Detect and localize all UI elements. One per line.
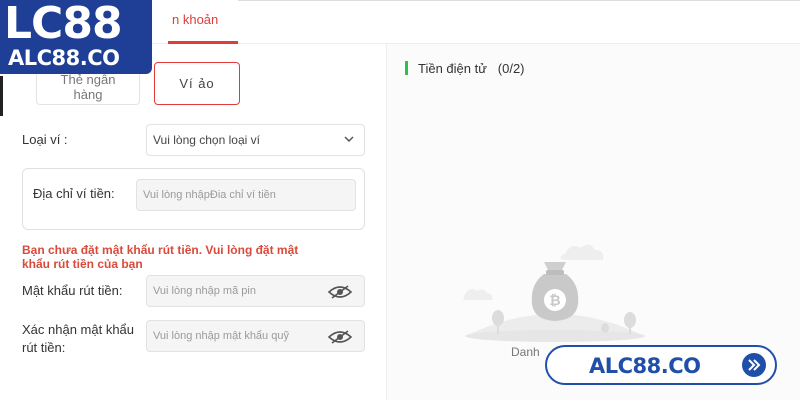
chevron-down-icon (344, 136, 354, 143)
pin-label: Mật khẩu rút tiền: (22, 283, 123, 298)
confirm-pin-input[interactable]: Vui lòng nhập mật khẩu quỹ (146, 320, 365, 352)
pin-input[interactable]: Vui lòng nhập mã pin (146, 275, 365, 307)
wallet-type-value: Vui lòng chọn loại ví (153, 133, 260, 147)
site-link-label: ALC88.CO (589, 354, 701, 378)
pin-warning-message: Bạn chưa đặt mật khẩu rút tiền. Vui lòng… (22, 243, 299, 271)
wallet-type-label: Loại ví : (22, 132, 68, 147)
brand-logo: LC88 ALC88.CO (0, 0, 152, 74)
logo-sub-text: ALC88.CO (8, 46, 120, 70)
site-link-button[interactable]: ALC88.CO (545, 345, 777, 385)
address-input[interactable]: Vui lòng nhậpĐia chỉ ví tiền (136, 179, 356, 211)
method-bank-label: Thẻ ngân hàng (60, 71, 116, 102)
address-placeholder: Vui lòng nhậpĐia chỉ ví tiền (143, 189, 276, 201)
method-wallet-label: Ví ảo (179, 76, 215, 91)
crypto-accent-bar (405, 61, 408, 75)
pin-placeholder: Vui lòng nhập mã pin (153, 285, 256, 297)
address-label: Địa chỉ ví tiền: (33, 186, 115, 201)
eye-slash-icon[interactable] (328, 285, 352, 299)
confirm-pin-placeholder: Vui lòng nhập mật khẩu quỹ (153, 330, 289, 342)
address-group: Địa chỉ ví tiền: Vui lòng nhậpĐia chỉ ví… (22, 168, 365, 230)
svg-text:₿: ₿ (549, 293, 560, 309)
logo-main-text: LC88 (4, 0, 123, 49)
top-divider (238, 0, 800, 1)
empty-bitcoin-bag-illustration: ₿ (463, 244, 645, 342)
tab-account[interactable]: n khoản (172, 12, 218, 27)
crypto-title-text: Tiền điện tử (418, 61, 487, 76)
method-wallet-button[interactable]: Ví ảo (154, 62, 240, 105)
empty-state-text: Danh (511, 345, 540, 359)
side-accent-bar (0, 76, 3, 116)
crypto-count: (0/2) (497, 61, 525, 76)
tab-active-underline (168, 41, 238, 44)
double-chevron-right-icon (742, 353, 766, 377)
confirm-pin-label: Xác nhận mật khẩu rút tiền: (22, 322, 135, 355)
eye-slash-icon[interactable] (328, 330, 352, 344)
wallet-type-select[interactable]: Vui lòng chọn loại ví (146, 124, 365, 156)
crypto-title: Tiền điện tử (0/2) (418, 61, 525, 76)
